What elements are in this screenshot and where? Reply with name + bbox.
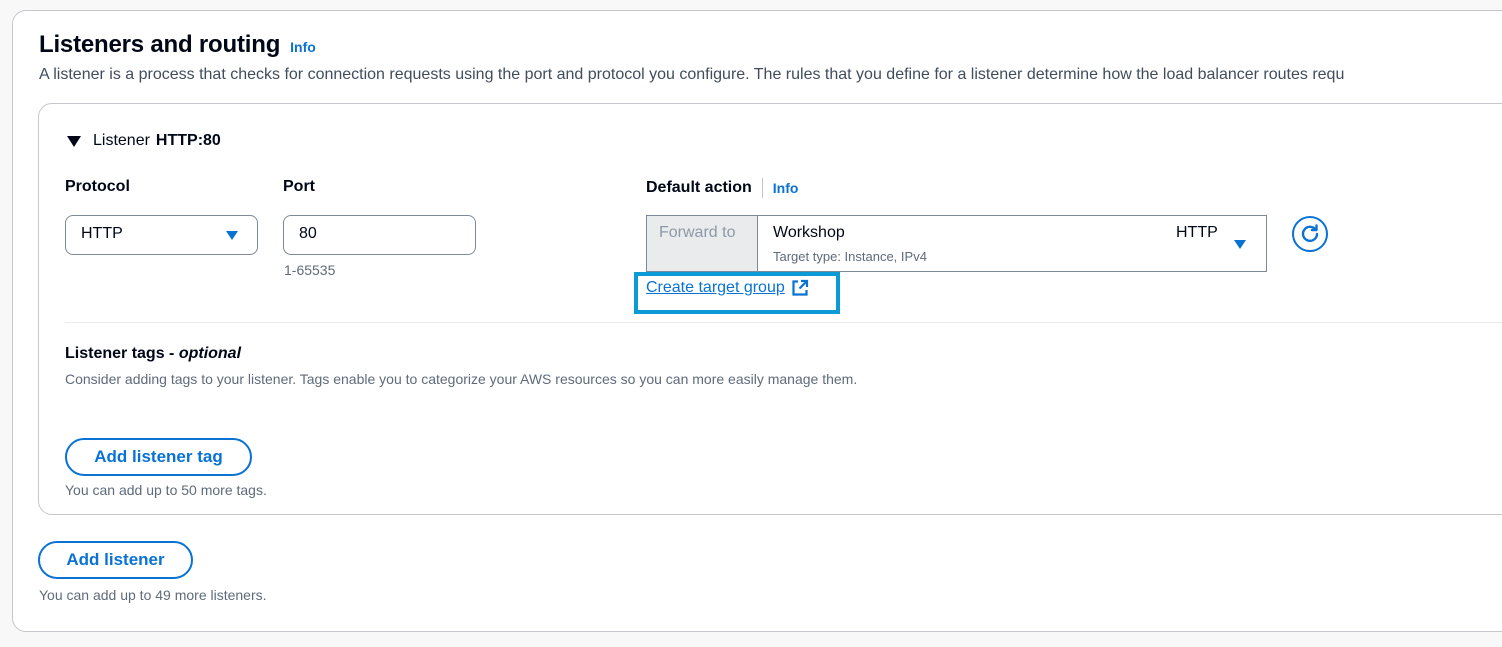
default-action-label-row: Default action Info (646, 178, 798, 198)
listeners-routing-panel: Listeners and routing Info A listener is… (12, 10, 1502, 632)
listener-tags-optional: optional (178, 345, 242, 362)
external-link-icon (792, 279, 808, 296)
chevron-down-icon (226, 231, 238, 240)
listener-expand-toggle[interactable]: Listener HTTP:80 (67, 132, 221, 150)
chevron-down-icon (1234, 240, 1246, 249)
target-group-protocol: HTTP (1176, 224, 1218, 241)
create-target-group-label: Create target group (646, 279, 785, 296)
section-header: Listeners and routing Info (39, 31, 316, 59)
refresh-button[interactable] (1292, 216, 1328, 252)
listener-tags-title-text: Listener tags - (65, 345, 175, 362)
listener-tags-description: Consider adding tags to your listener. T… (65, 371, 858, 387)
port-label: Port (283, 178, 315, 195)
section-description: A listener is a process that checks for … (39, 66, 1345, 83)
label-divider (761, 178, 763, 198)
listeners-limit-hint: You can add up to 49 more listeners. (39, 587, 267, 603)
create-target-group-link[interactable]: Create target group (646, 279, 809, 297)
refresh-icon (1301, 224, 1319, 243)
port-input[interactable]: 80 (283, 215, 476, 255)
protocol-label: Protocol (65, 178, 130, 195)
target-group-name: Workshop (773, 224, 845, 241)
listener-container: Listener HTTP:80 Protocol HTTP Port 80 1… (38, 103, 1502, 515)
add-listener-button[interactable]: Add listener (38, 541, 193, 579)
listener-tags-title: Listener tags - optional (65, 345, 241, 363)
section-title: Listeners and routing (39, 31, 281, 58)
forward-to-prefix: Forward to (647, 216, 758, 271)
listener-header-value: HTTP:80 (155, 132, 221, 149)
tags-limit-hint: You can add up to 50 more tags. (65, 482, 267, 498)
default-action-info-link[interactable]: Info (773, 180, 799, 196)
section-divider (65, 322, 1502, 323)
target-group-select[interactable]: Workshop Target type: Instance, IPv4 HTT… (758, 216, 1266, 271)
protocol-select[interactable]: HTTP (65, 215, 258, 255)
target-group-type: Target type: Instance, IPv4 (773, 249, 927, 264)
section-info-link[interactable]: Info (290, 39, 316, 55)
default-action-label: Default action (646, 179, 752, 196)
caret-down-icon (67, 135, 81, 147)
add-listener-tag-button[interactable]: Add listener tag (65, 438, 252, 476)
protocol-select-value: HTTP (81, 225, 123, 242)
default-action-field: Forward to Workshop Target type: Instanc… (646, 215, 1267, 272)
port-hint: 1-65535 (284, 262, 336, 278)
listener-header-label: Listener (93, 132, 150, 149)
